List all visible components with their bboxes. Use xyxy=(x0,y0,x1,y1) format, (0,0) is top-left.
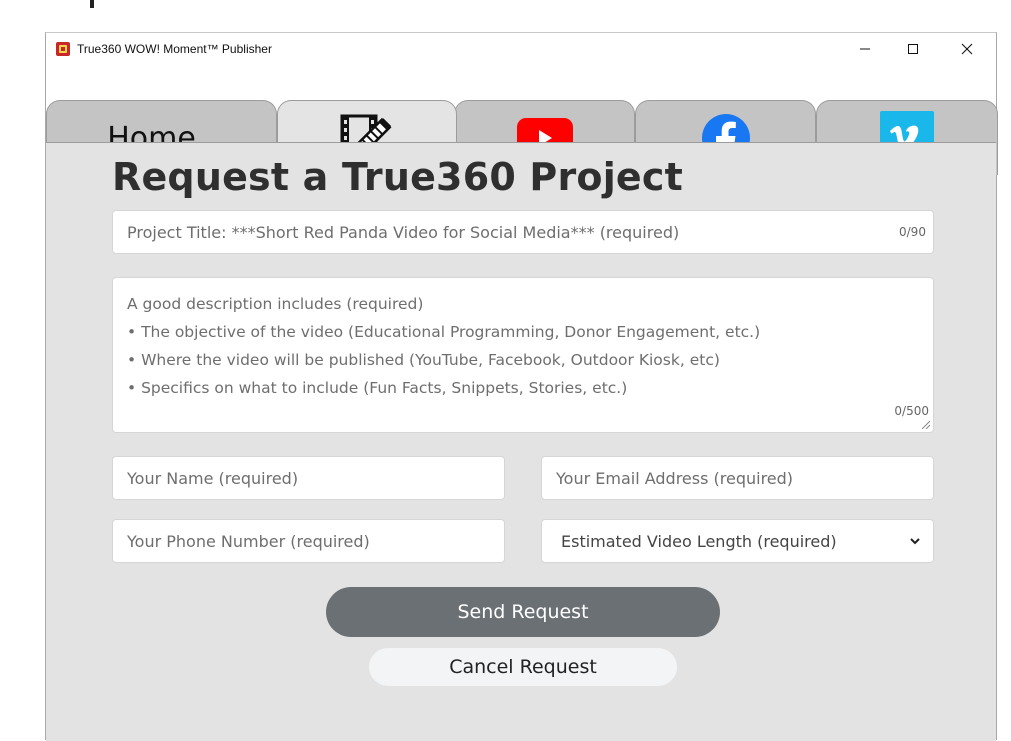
description-placeholder-line: • Where the video will be published (You… xyxy=(127,351,720,369)
app-window: True360 WOW! Moment™ Publisher Home Requ… xyxy=(45,32,998,741)
description-counter: 0/500 xyxy=(894,404,929,418)
app-logo-icon xyxy=(56,42,70,56)
description-placeholder-line: • Specifics on what to include (Fun Fact… xyxy=(127,379,628,397)
window-title: True360 WOW! Moment™ Publisher xyxy=(77,42,272,56)
video-length-selected: Estimated Video Length (required) xyxy=(561,531,837,551)
request-form-panel: Request a True360 Project 0/90 A good de… xyxy=(46,142,996,741)
name-input[interactable] xyxy=(112,456,505,500)
project-title-input[interactable] xyxy=(112,210,934,254)
close-button[interactable] xyxy=(944,33,990,65)
description-placeholder-line: • The objective of the video (Educationa… xyxy=(127,323,761,341)
chevron-down-icon xyxy=(910,538,920,545)
email-input[interactable] xyxy=(541,456,934,500)
description-textarea[interactable]: A good description includes (required) •… xyxy=(112,277,934,433)
maximize-button[interactable] xyxy=(890,33,936,65)
resize-grip-icon[interactable] xyxy=(922,421,930,429)
project-title-counter: 0/90 xyxy=(899,225,926,239)
video-length-select[interactable]: Estimated Video Length (required) xyxy=(541,519,934,563)
cancel-request-button[interactable]: Cancel Request xyxy=(369,648,677,686)
phone-input[interactable] xyxy=(112,519,505,563)
close-icon xyxy=(961,43,973,55)
description-placeholder-line: A good description includes (required) xyxy=(127,295,424,313)
minimize-button[interactable] xyxy=(842,33,888,65)
partial-glyph xyxy=(90,0,94,8)
minimize-icon xyxy=(860,48,870,50)
maximize-icon xyxy=(908,44,918,54)
page-title: Request a True360 Project xyxy=(112,155,683,199)
send-request-button[interactable]: Send Request xyxy=(326,587,720,637)
title-bar: True360 WOW! Moment™ Publisher xyxy=(46,33,996,65)
